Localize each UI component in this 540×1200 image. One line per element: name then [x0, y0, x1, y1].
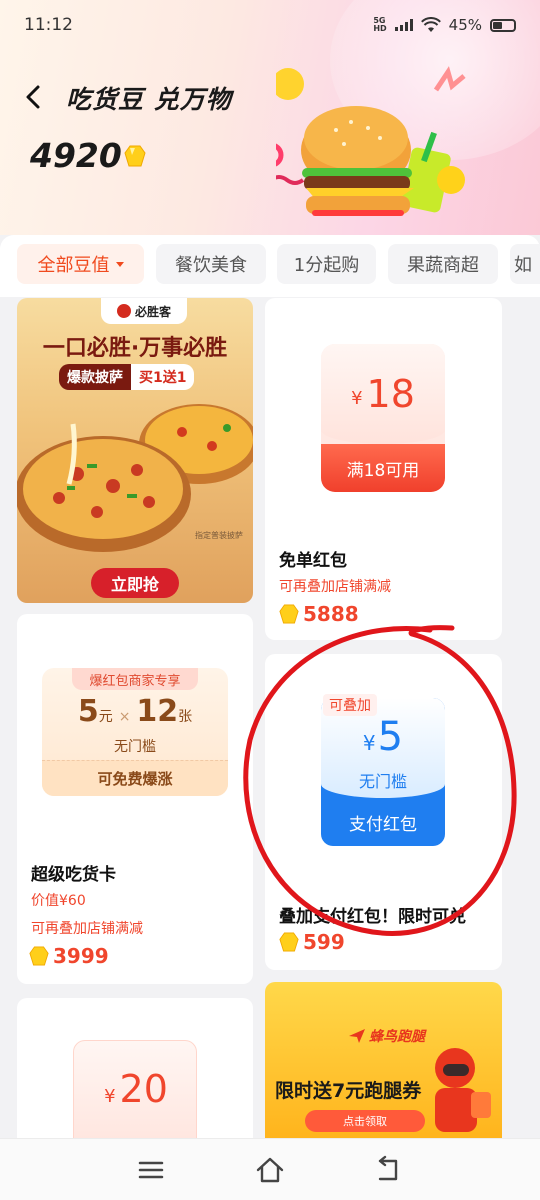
card-subtitle: 可再叠加店铺满减 [279, 579, 391, 595]
coupon-amounts: 5 元 × 12 张 [42, 694, 228, 729]
tab-one-cent[interactable]: 1分起购 [277, 244, 376, 284]
battery-icon [490, 18, 516, 32]
merchant-badge: 爆红包商家专享 [72, 668, 198, 690]
tab-more[interactable]: 如 [510, 244, 540, 284]
brand-logo-icon [116, 304, 131, 318]
status-bar: 11:12 5G HD 45% [24, 12, 516, 38]
grab-now-button[interactable]: 立即抢 [91, 568, 179, 598]
delivery-brand: 蜂鸟跑腿 [349, 1026, 425, 1046]
signal-icon [394, 19, 413, 31]
threshold-label: 无门槛 [114, 739, 156, 755]
ad-note: 指定普装披萨 [195, 531, 243, 540]
price-value: 3999 [53, 944, 109, 968]
bean-coin-icon [29, 946, 49, 966]
tab-food[interactable]: 餐饮美食 [156, 244, 266, 284]
brand-name: 必胜客 [134, 304, 171, 319]
brand-badge: 必胜客 [101, 298, 187, 324]
network-hd: HD [373, 24, 387, 33]
status-time: 11:12 [24, 15, 73, 35]
bean-coin-icon [124, 145, 146, 167]
amount-a: 5 [77, 694, 99, 729]
home-icon[interactable] [255, 1155, 285, 1185]
amount-b: 12 [136, 694, 179, 729]
card-title: 超级吃货卡 [31, 865, 116, 885]
card-subtitle: 可再叠加店铺满减 [31, 921, 143, 937]
claim-button[interactable]: 点击领取 [305, 1110, 425, 1132]
pizza-hut-ad[interactable]: 必胜客 一口必胜·万事必胜 爆款披萨 买1送1 指定普装披萨 立即抢 [17, 298, 253, 603]
tab-more-label: 如 [514, 255, 532, 276]
bird-logo-icon [349, 1029, 365, 1043]
ad-tags: 爆款披萨 买1送1 [59, 364, 195, 390]
network-label: 5G HD [373, 17, 386, 33]
bean-balance: 4920 [30, 136, 122, 175]
unit-a: 元 [98, 709, 113, 725]
header-banner: 11:12 5G HD 45% 吃货豆 兑万物 4920 [0, 0, 540, 235]
caret-down-icon [115, 261, 124, 267]
tab-grocery[interactable]: 果蔬商超 [388, 244, 498, 284]
coupon-amount: 20 [119, 1067, 168, 1111]
card-title: 免单红包 [279, 551, 347, 571]
coupon-currency: ¥ [351, 387, 363, 409]
coupon-currency: ¥ [104, 1086, 116, 1107]
tab-food-label: 餐饮美食 [175, 255, 247, 276]
red-coupon-20: ¥ 20 [73, 1040, 197, 1148]
free-order-card[interactable]: ¥ 18 满18可用 免单红包 可再叠加店铺满减 5888 [265, 298, 502, 640]
super-card-coupon: 爆红包商家专享 5 元 × 12 张 无门槛 可免费爆涨 [42, 668, 228, 796]
tab-grocery-label: 果蔬商超 [407, 255, 479, 276]
tab-one-cent-label: 1分起购 [293, 255, 360, 276]
unit-b: 张 [178, 709, 193, 725]
super-foodie-card[interactable]: 爆红包商家专享 5 元 × 12 张 无门槛 可免费爆涨 超级吃货卡 价值¥60… [17, 614, 253, 984]
coupon-amount: 18 [366, 372, 415, 416]
delivery-headline: 限时送7元跑腿券 [275, 1080, 422, 1102]
delivery-ad[interactable]: 蜂鸟跑腿 限时送7元跑腿券 点击领取 [265, 982, 502, 1148]
hand-drawn-circle-annotation [243, 625, 517, 936]
system-nav-bar [0, 1138, 540, 1200]
burger-illustration [276, 66, 466, 216]
card-price: 3999 [29, 944, 109, 968]
ad-slogan: 一口必胜·万事必胜 [42, 336, 228, 361]
times-sign: × [118, 709, 131, 725]
tab-all-label: 全部豆值 [37, 255, 110, 276]
coupon-footer: 可免费爆涨 [42, 760, 228, 796]
red-20-card[interactable]: ¥ 20 [17, 998, 253, 1148]
menu-icon[interactable] [136, 1155, 166, 1185]
wifi-icon [420, 17, 441, 32]
battery-percent: 45% [448, 16, 482, 34]
ad-tag-hot: 爆款披萨 [59, 364, 131, 390]
coupon-condition: 满18可用 [321, 444, 445, 492]
delivery-brand-name: 蜂鸟跑腿 [369, 1029, 425, 1045]
back-arrow-icon[interactable] [20, 82, 50, 112]
back-icon[interactable] [374, 1155, 404, 1185]
ad-tag-bogo: 买1送1 [131, 364, 195, 390]
courier-illustration [435, 1048, 491, 1132]
category-tabs: 全部豆值 餐饮美食 1分起购 果蔬商超 如 [0, 235, 540, 297]
card-value: 价值¥60 [31, 893, 86, 909]
tab-all[interactable]: 全部豆值 [17, 244, 144, 284]
page-title: 吃货豆 兑万物 [66, 85, 232, 114]
red-coupon-18: ¥ 18 满18可用 [321, 344, 445, 492]
